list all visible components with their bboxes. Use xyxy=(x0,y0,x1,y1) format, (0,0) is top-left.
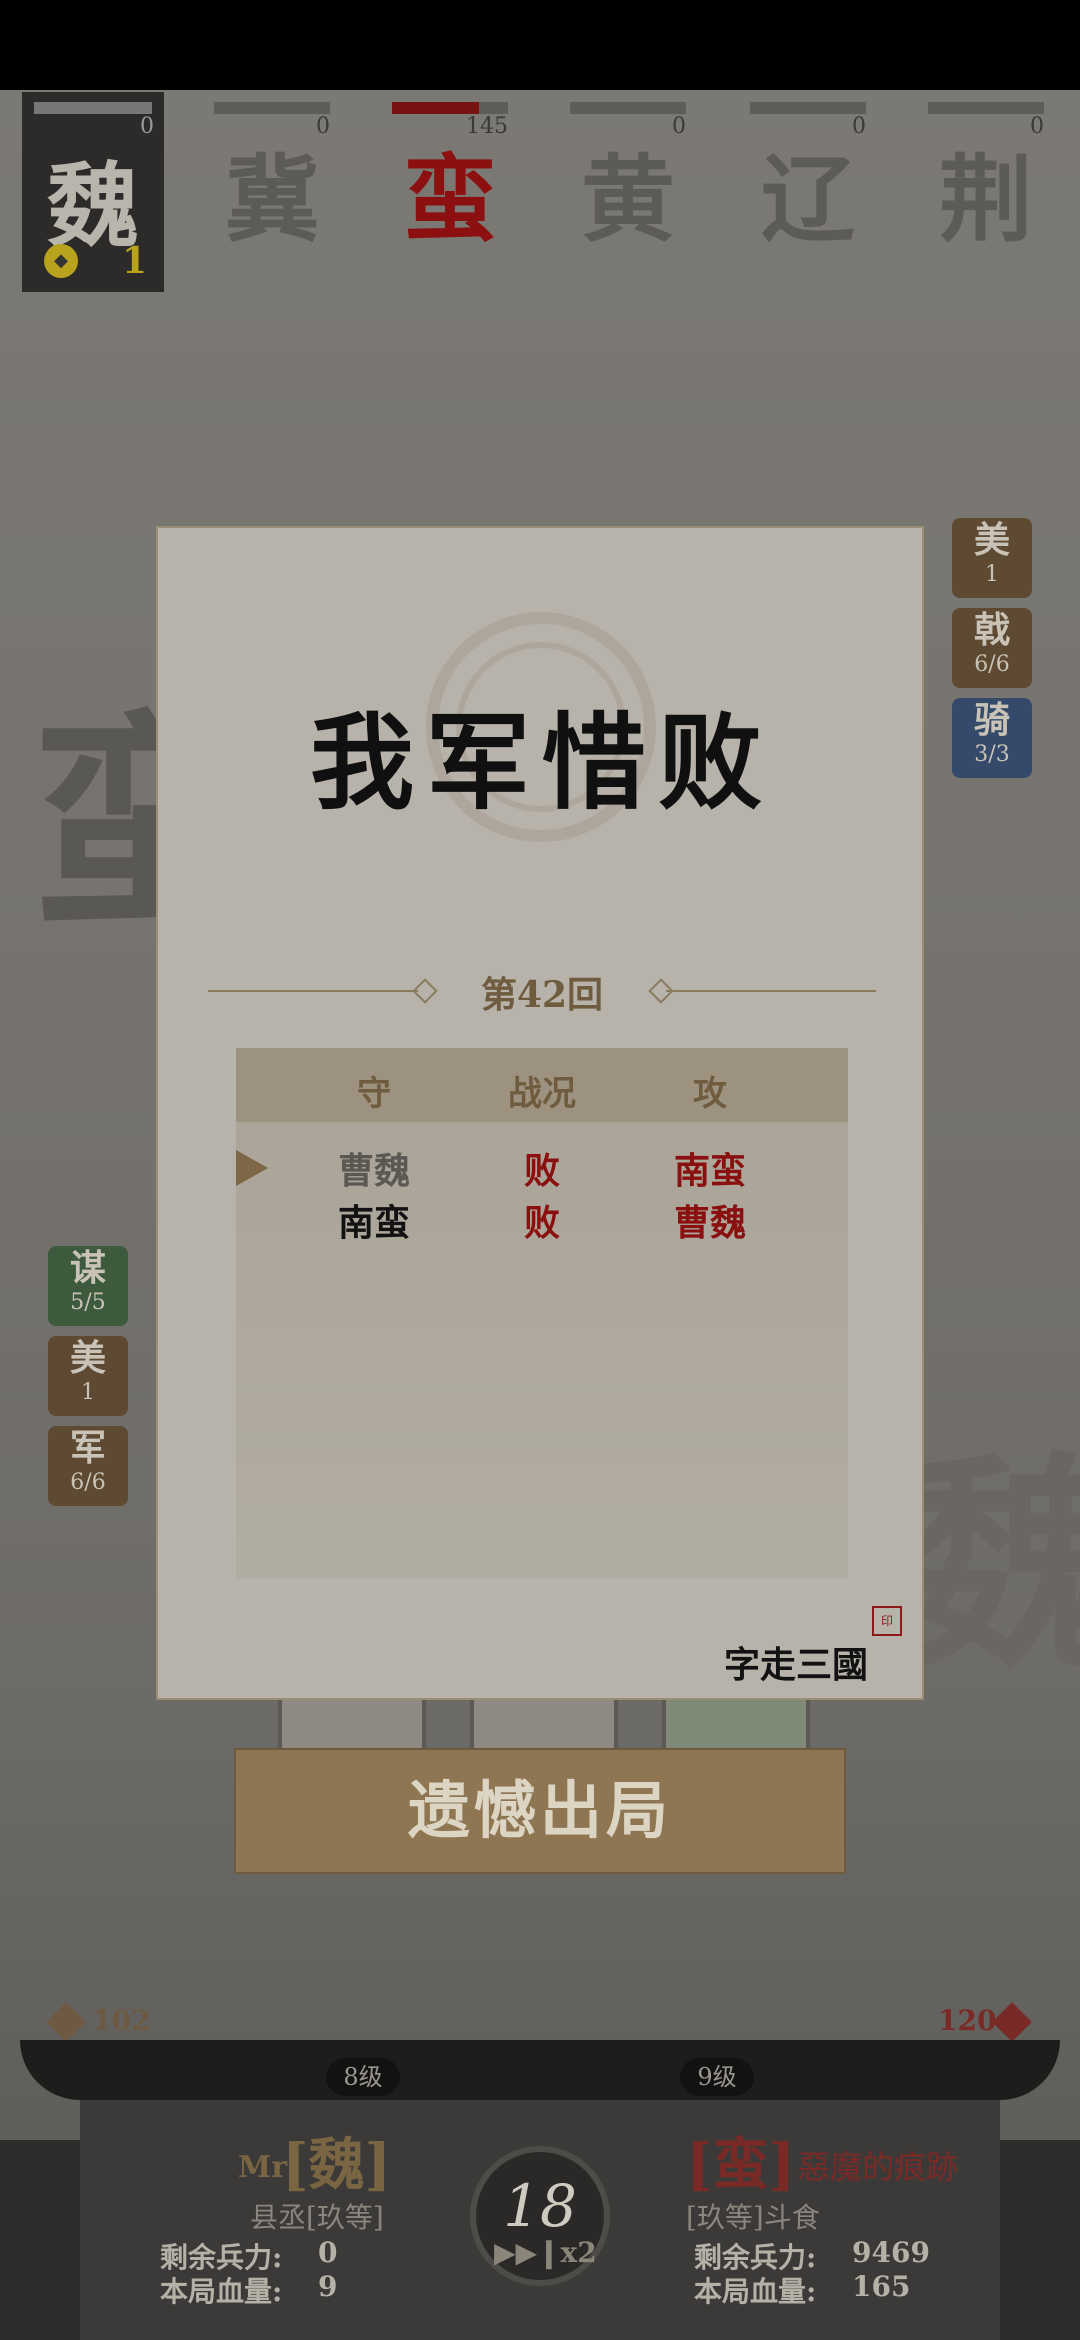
player-level-badge: 8级 xyxy=(326,2058,400,2096)
faction-progress-bar xyxy=(392,102,508,114)
current-row-arrow-icon xyxy=(236,1150,268,1186)
speed-toggle-button[interactable]: ▶▶❙x2 xyxy=(494,2236,597,2269)
faction-man[interactable]: 145 蛮 xyxy=(390,92,510,255)
coin-icon: ◆ xyxy=(44,244,78,278)
round-label: 第42回 xyxy=(480,974,604,1016)
faction-glyph: 荆 xyxy=(938,145,1033,255)
divider-line xyxy=(666,990,876,992)
player-score: 102 xyxy=(92,2004,151,2037)
player-rank: 县丞[玖等] xyxy=(250,2201,384,2234)
badge-count: 3/3 xyxy=(974,742,1010,767)
battle-result-dialog: 我军惜败 第42回 守 战况 攻 曹魏 败 南蛮 南蛮 败 曹魏 字走三國 印 xyxy=(156,526,924,1700)
badge-title: 骑 xyxy=(973,699,1010,741)
row-result: 败 xyxy=(523,1150,560,1192)
faction-glyph: 蛮 xyxy=(402,145,497,255)
status-bar xyxy=(0,0,1080,90)
faction-huang[interactable]: 0 黄 xyxy=(568,92,688,255)
enemy-trait-badge[interactable]: 美 1 xyxy=(952,518,1032,598)
player-hp-value: 9 xyxy=(318,2270,338,2303)
faction-jing[interactable]: 0 荆 xyxy=(926,92,1046,255)
badge-title: 谋 xyxy=(69,1247,106,1289)
badge-count: 1 xyxy=(985,562,999,587)
card-peek xyxy=(662,1700,810,1748)
faction-glyph: 冀 xyxy=(224,145,319,255)
footer-side xyxy=(0,2140,80,2340)
faction-progress-bar xyxy=(928,102,1044,114)
faction-progress-fill xyxy=(392,102,479,114)
faction-progress-bar xyxy=(34,102,152,114)
badge-title: 美 xyxy=(973,519,1010,561)
header-defense: 守 xyxy=(357,1074,391,1114)
player-hp-label: 本局血量: xyxy=(160,2275,283,2308)
card-peek xyxy=(278,1700,426,1748)
enemy-nickname: 惡魔的痕跡 xyxy=(798,2148,959,2186)
badge-title: 美 xyxy=(69,1337,106,1379)
player-trait-badge[interactable]: 谋 5/5 xyxy=(48,1246,128,1326)
badge-count: 6/6 xyxy=(974,652,1010,677)
badge-count: 5/5 xyxy=(70,1290,106,1315)
badge-count: 6/6 xyxy=(70,1470,106,1495)
table-header: 守 战况 攻 xyxy=(236,1048,848,1122)
badge-count: 1 xyxy=(81,1380,95,1405)
faction-progress-bar xyxy=(750,102,866,114)
footer-side xyxy=(1000,2140,1080,2340)
faction-progress-bar xyxy=(570,102,686,114)
player-name: [魏] xyxy=(282,2132,391,2198)
badge-title: 军 xyxy=(69,1427,106,1469)
enemy-hp-value: 165 xyxy=(852,2270,911,2303)
player-troops-value: 0 xyxy=(318,2236,338,2269)
footer-arc xyxy=(20,2040,1060,2100)
enemy-name: [蛮] xyxy=(686,2132,795,2198)
enemy-level-badge: 9级 xyxy=(680,2058,754,2096)
enemy-trait-badge[interactable]: 骑 3/3 xyxy=(952,698,1032,778)
coin-count: 1 xyxy=(122,240,148,282)
enemy-troops-value: 9469 xyxy=(852,2236,930,2269)
faction-liao[interactable]: 0 辽 xyxy=(748,92,868,255)
faction-ji[interactable]: 0 冀 xyxy=(212,92,332,255)
exit-game-button[interactable]: 遗憾出局 xyxy=(234,1748,846,1874)
header-status: 战况 xyxy=(508,1074,576,1114)
faction-glyph: 辽 xyxy=(760,145,855,255)
row-attacker: 南蛮 xyxy=(673,1150,746,1192)
header-attack: 攻 xyxy=(693,1074,727,1114)
player-trait-badge[interactable]: 军 6/6 xyxy=(48,1426,128,1506)
battle-log-table: 守 战况 攻 曹魏 败 南蛮 南蛮 败 曹魏 xyxy=(236,1048,848,1578)
enemy-score: 120 xyxy=(938,2004,997,2037)
my-faction-card: 0 魏 ◆ 1 xyxy=(22,92,164,292)
faction-glyph: 黄 xyxy=(580,145,675,255)
result-title: 我军惜败 xyxy=(309,701,774,824)
bg-player-glyph: 魏 xyxy=(900,1431,1080,1701)
game-logo: 字走三國 xyxy=(723,1644,868,1686)
card-peek xyxy=(470,1700,618,1748)
enemy-trait-badge[interactable]: 戟 6/6 xyxy=(952,608,1032,688)
faction-progress-bar xyxy=(214,102,330,114)
row-result: 败 xyxy=(523,1202,560,1244)
player-prefix: Mr xyxy=(238,2150,288,2185)
enemy-rank: [玖等]斗食 xyxy=(686,2201,820,2234)
row-attacker: 曹魏 xyxy=(673,1202,746,1244)
enemy-hp-label: 本局血量: xyxy=(694,2275,817,2308)
row-defender: 曹魏 xyxy=(337,1150,410,1192)
badge-title: 戟 xyxy=(973,609,1010,651)
row-defender: 南蛮 xyxy=(337,1202,410,1244)
seal-stamp-icon: 印 xyxy=(872,1606,902,1636)
player-trait-badge[interactable]: 美 1 xyxy=(48,1336,128,1416)
round-number: 18 xyxy=(503,2172,577,2240)
